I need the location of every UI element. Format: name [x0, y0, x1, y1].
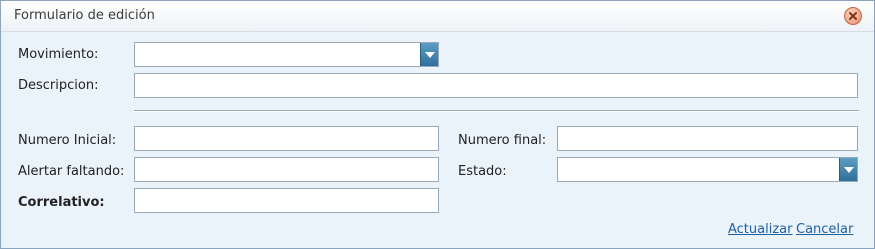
chevron-down-icon[interactable] — [839, 158, 857, 181]
descripcion-field[interactable] — [134, 73, 858, 98]
correlativo-label: Correlativo: — [18, 195, 105, 210]
numero-inicial-label: Numero Inicial: — [18, 133, 117, 148]
numero-inicial-input[interactable] — [135, 127, 438, 150]
alertar-faltando-field[interactable] — [134, 157, 439, 182]
movimiento-input[interactable] — [135, 43, 438, 66]
close-button[interactable] — [844, 7, 862, 25]
movimiento-label: Movimiento: — [18, 47, 99, 62]
descripcion-label: Descripcion: — [18, 78, 99, 93]
descripcion-input[interactable] — [135, 74, 857, 97]
estado-input[interactable] — [558, 158, 857, 181]
divider — [134, 110, 859, 112]
update-link[interactable]: Actualizar — [728, 222, 792, 237]
edit-form-window: Formulario de edición Movimiento: Descri… — [0, 0, 875, 249]
numero-inicial-field[interactable] — [134, 126, 439, 151]
alertar-faltando-label: Alertar faltando: — [18, 164, 125, 179]
cancel-link[interactable]: Cancelar — [796, 222, 853, 237]
correlativo-field[interactable] — [134, 188, 439, 213]
window-title: Formulario de edición — [14, 8, 155, 23]
numero-final-input[interactable] — [558, 127, 857, 150]
alertar-faltando-input[interactable] — [135, 158, 438, 181]
correlativo-input[interactable] — [135, 189, 438, 212]
numero-final-label: Numero final: — [458, 133, 547, 148]
title-bar[interactable]: Formulario de edición — [1, 1, 874, 32]
movimiento-select[interactable] — [134, 42, 439, 67]
chevron-down-icon[interactable] — [420, 43, 438, 66]
estado-label: Estado: — [458, 164, 507, 179]
numero-final-field[interactable] — [557, 126, 858, 151]
close-icon — [849, 12, 857, 20]
estado-select[interactable] — [557, 157, 858, 182]
